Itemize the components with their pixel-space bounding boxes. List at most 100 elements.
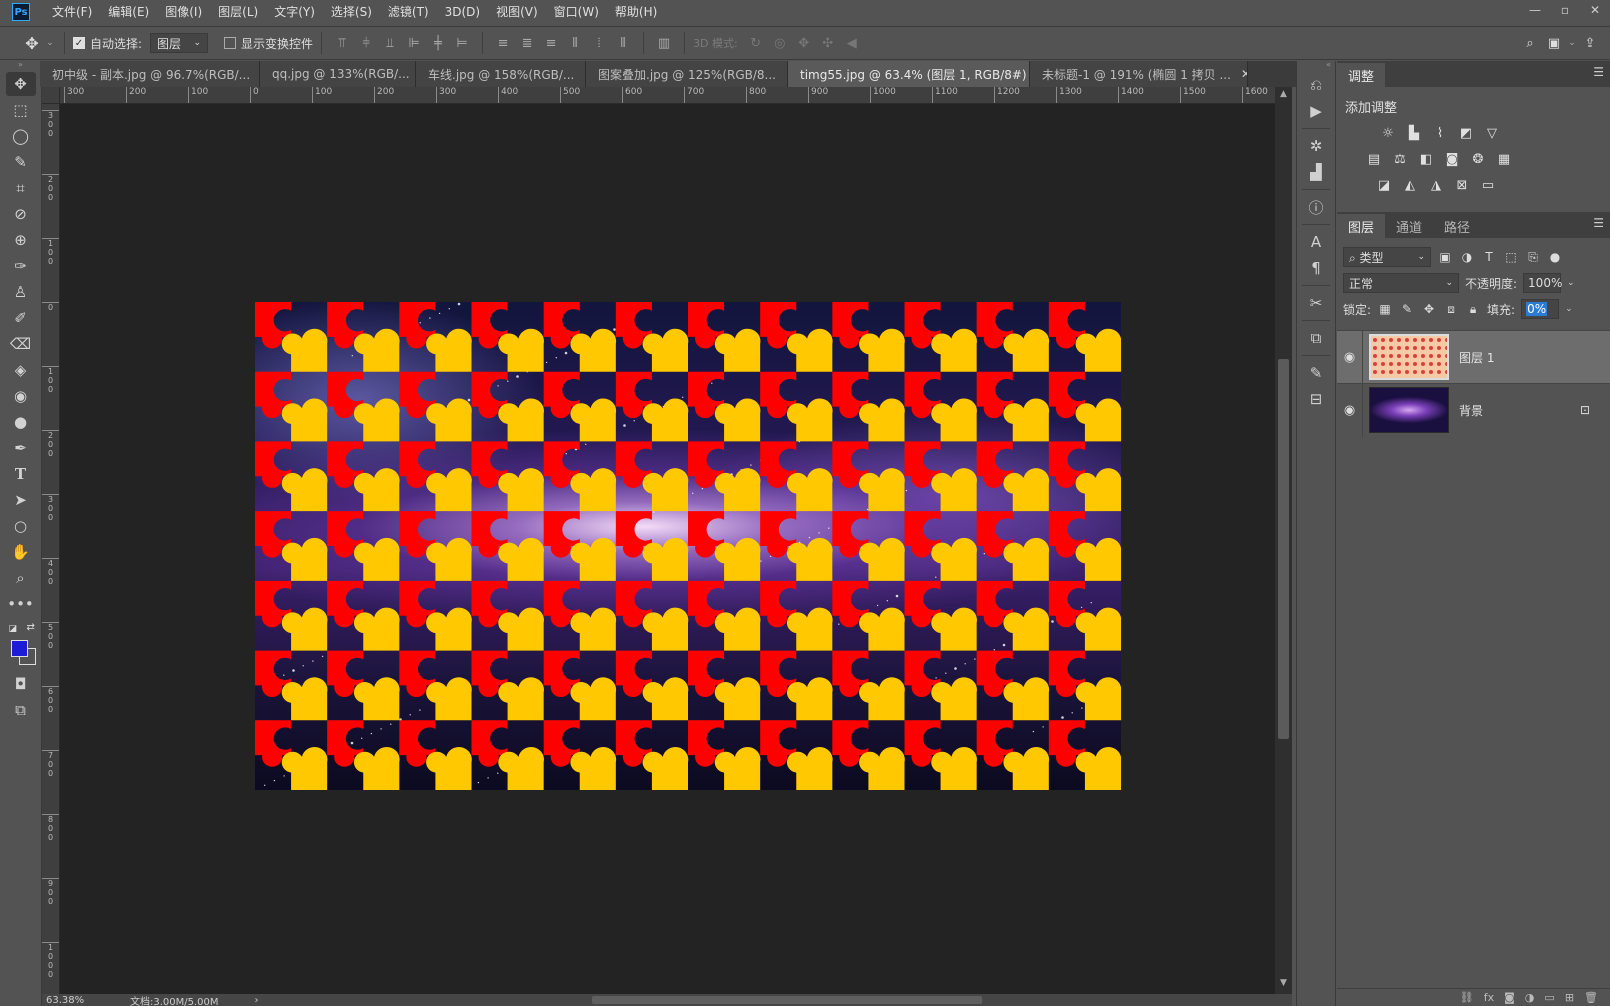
rotate-3d-icon[interactable]: ↻ (744, 33, 768, 53)
new-adjustment-icon[interactable]: ◑ (1525, 991, 1535, 1004)
scrollbar-thumb[interactable] (1278, 359, 1289, 739)
menu-window[interactable]: 窗口(W) (546, 0, 607, 24)
search-icon[interactable]: ⌕ (1518, 33, 1542, 53)
layer-thumbnail[interactable] (1369, 334, 1449, 380)
align-hcenter-icon[interactable]: ╪ (426, 33, 450, 53)
history-brush-tool-icon[interactable]: ✐ (6, 306, 36, 330)
eraser-tool-icon[interactable]: ⌫ (6, 332, 36, 356)
chevron-down-icon[interactable]: ⌄ (1567, 278, 1575, 288)
layer-row[interactable]: ◉ 背景 ⊡ (1337, 383, 1610, 437)
exposure-icon[interactable]: ◩ (1457, 124, 1475, 142)
color-lookup-icon[interactable]: ▦ (1495, 150, 1513, 168)
slide-3d-icon[interactable]: ✣ (816, 33, 840, 53)
menu-image[interactable]: 图像(I) (157, 0, 210, 24)
distribute-right-icon[interactable]: ⦀ (611, 33, 635, 53)
delete-layer-icon[interactable]: 🗑︎ (1584, 991, 1598, 1004)
new-layer-icon[interactable]: ⊞ (1565, 991, 1574, 1004)
panel-collapse-icon[interactable]: « (1297, 61, 1335, 71)
brush-settings-icon[interactable]: ✎ (1300, 361, 1332, 385)
eyedropper-tool-icon[interactable]: ⊘ (6, 202, 36, 226)
fill-field[interactable]: 0% (1521, 299, 1560, 319)
vertical-scrollbar[interactable]: ▲ ▼ (1275, 87, 1292, 994)
default-colors-icon[interactable]: ◪ (9, 624, 19, 634)
distribute-bottom-icon[interactable]: ≡ (539, 33, 563, 53)
show-transform-checkbox[interactable] (224, 37, 237, 49)
brightness-contrast-icon[interactable]: ☼ (1379, 124, 1397, 142)
navigator-panel-icon[interactable]: ✲ (1300, 134, 1332, 158)
tab-paths[interactable]: 路径 (1433, 214, 1481, 238)
swap-colors-icon[interactable]: ⇄ (27, 622, 35, 633)
chevron-down-icon[interactable]: ⌄ (1566, 33, 1578, 53)
filter-type-icon[interactable]: T (1481, 249, 1497, 265)
tab-document-1[interactable]: 初中级 - 副本.jpg @ 96.7%(RGB/... ✕ (40, 61, 260, 87)
menu-type[interactable]: 文字(Y) (266, 0, 323, 24)
foreground-color-swatch[interactable] (10, 640, 28, 657)
actions-panel-icon[interactable]: ▶ (1300, 99, 1332, 123)
lock-position-icon[interactable]: ✥ (1421, 301, 1437, 317)
distribute-vcenter-icon[interactable]: ≣ (515, 33, 539, 53)
menu-filter[interactable]: 滤镜(T) (380, 0, 437, 24)
distribute-top-icon[interactable]: ≡ (491, 33, 515, 53)
blur-tool-icon[interactable]: ◉ (6, 384, 36, 408)
layer-name[interactable]: 图层 1 (1459, 349, 1494, 366)
scroll-up-icon[interactable]: ▲ (1275, 89, 1292, 103)
black-white-icon[interactable]: ◧ (1417, 150, 1435, 168)
levels-icon[interactable]: ▙ (1405, 124, 1423, 142)
tab-document-6[interactable]: 未标题-1 @ 191% (椭圆 1 拷贝 ... ✕ (1030, 61, 1248, 87)
gradient-map-icon[interactable]: ▭ (1479, 176, 1497, 194)
filter-toggle-icon[interactable]: ● (1547, 249, 1563, 265)
healing-brush-tool-icon[interactable]: ⊕ (6, 228, 36, 252)
panel-menu-icon[interactable]: ☰ (1593, 65, 1604, 79)
distribute-hcenter-icon[interactable]: ⦙ (587, 33, 611, 53)
posterize-icon[interactable]: ◭ (1401, 176, 1419, 194)
lock-artboard-icon[interactable]: ⧈ (1443, 301, 1459, 317)
menu-layer[interactable]: 图层(L) (210, 0, 266, 24)
lock-pixels-icon[interactable]: ✎ (1399, 301, 1415, 317)
tab-channels[interactable]: 通道 (1385, 214, 1433, 238)
link-layers-icon[interactable]: ⛓ (1460, 991, 1474, 1004)
dodge-tool-icon[interactable]: ● (6, 410, 36, 434)
selective-color-icon[interactable]: ⊠ (1453, 176, 1471, 194)
tab-document-2[interactable]: qq.jpg @ 133%(RGB/... ✕ (260, 61, 416, 87)
hue-saturation-icon[interactable]: ▤ (1365, 150, 1383, 168)
tab-document-active[interactable]: timg55.jpg @ 63.4% (图层 1, RGB/8#) * ✕ (788, 61, 1030, 87)
auto-select-target-dropdown[interactable]: 图层 ⌄ (150, 33, 209, 53)
tab-document-3[interactable]: 车线.jpg @ 158%(RGB/... ✕ (416, 61, 586, 87)
curves-icon[interactable]: ⌇ (1431, 124, 1449, 142)
color-balance-icon[interactable]: ⚖ (1391, 150, 1409, 168)
move-tool-preset-icon[interactable]: ✥ (20, 33, 44, 53)
align-left-icon[interactable]: ⊫ (402, 33, 426, 53)
marquee-tool-icon[interactable]: ⬚ (6, 98, 36, 122)
layer-thumbnail[interactable] (1369, 387, 1449, 433)
align-bottom-icon[interactable]: ⫫ (378, 33, 402, 53)
tab-adjustments[interactable]: 调整 (1337, 63, 1386, 87)
vibrance-icon[interactable]: ▽ (1483, 124, 1501, 142)
menu-edit[interactable]: 编辑(E) (100, 0, 157, 24)
show-transform-option[interactable]: 显示变换控件 (224, 35, 313, 52)
horizontal-scrollbar-thumb[interactable] (592, 996, 982, 1004)
brush-tool-icon[interactable]: ✑ (6, 254, 36, 278)
blend-mode-dropdown[interactable]: 正常 ⌄ (1343, 273, 1459, 293)
opacity-field[interactable]: 100% (1523, 273, 1562, 293)
close-icon[interactable]: ✕ (1580, 0, 1610, 20)
screen-mode-icon[interactable]: ⧉ (6, 698, 36, 722)
minimize-icon[interactable]: — (1520, 0, 1550, 20)
tab-document-4[interactable]: 图案叠加.jpg @ 125%(RGB/8... ✕ (586, 61, 788, 87)
lasso-tool-icon[interactable]: ◯ (6, 124, 36, 148)
menu-3d[interactable]: 3D(D) (437, 0, 488, 24)
type-tool-icon[interactable]: T (6, 462, 36, 486)
drag-3d-icon[interactable]: ✥ (792, 33, 816, 53)
scroll-down-icon[interactable]: ▼ (1275, 978, 1292, 992)
workspace-icon[interactable]: ▣ (1542, 33, 1566, 53)
panel-collapse-icon[interactable]: » (0, 61, 41, 71)
crop-tool-icon[interactable]: ⌗ (6, 176, 36, 200)
tab-layers[interactable]: 图层 (1337, 214, 1386, 238)
paint-bucket-tool-icon[interactable]: ◈ (6, 358, 36, 382)
align-top-icon[interactable]: ⫪ (330, 33, 354, 53)
path-select-tool-icon[interactable]: ➤ (6, 488, 36, 512)
layer-style-icon[interactable]: fx (1484, 991, 1494, 1004)
close-icon[interactable]: ✕ (1241, 67, 1247, 81)
auto-select-option[interactable]: ✓ 自动选择: (73, 35, 142, 52)
paragraph-panel-icon[interactable]: ¶ (1300, 256, 1332, 280)
document-canvas[interactable] (255, 302, 1121, 790)
